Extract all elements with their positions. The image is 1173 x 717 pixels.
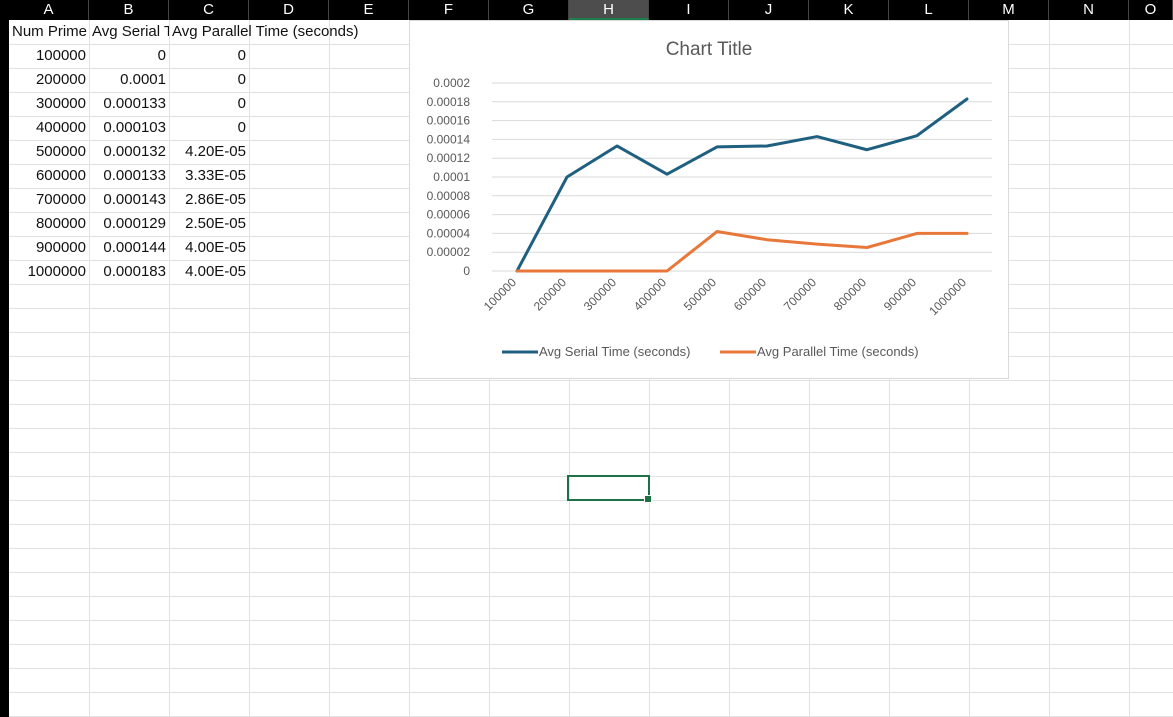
column-header-h[interactable]: H: [569, 0, 649, 20]
column-header-e[interactable]: E: [329, 0, 409, 20]
y-tick-label: 0.00016: [427, 114, 471, 128]
column-header-d[interactable]: D: [249, 0, 329, 20]
data-cell[interactable]: 400000: [9, 116, 89, 140]
data-cell[interactable]: 0.000143: [89, 188, 169, 212]
data-cell[interactable]: 0: [169, 44, 249, 68]
x-tick-label: 300000: [581, 275, 619, 313]
data-cell[interactable]: 1000000: [9, 260, 89, 284]
data-cell[interactable]: 0.000103: [89, 116, 169, 140]
data-cell[interactable]: 2.50E-05: [169, 212, 249, 236]
data-cell[interactable]: 4.00E-05: [169, 260, 249, 284]
column-header-c[interactable]: C: [169, 0, 249, 20]
data-cell[interactable]: 800000: [9, 212, 89, 236]
data-cell[interactable]: 600000: [9, 164, 89, 188]
legend-label: Avg Parallel Time (seconds): [757, 344, 919, 359]
column-header-k[interactable]: K: [809, 0, 889, 20]
grid-hline: [9, 548, 1173, 549]
y-tick-label: 0.00008: [427, 189, 471, 203]
data-cell[interactable]: 0.0001: [89, 68, 169, 92]
grid-hline: [9, 596, 1173, 597]
data-cell[interactable]: 0: [169, 116, 249, 140]
header-cell-avg-parallel[interactable]: Avg Parallel Time (seconds): [169, 20, 358, 44]
grid-hline: [9, 380, 1173, 381]
y-tick-label: 0.00006: [427, 208, 471, 222]
grid-hline: [9, 692, 1173, 693]
data-cell[interactable]: 500000: [9, 140, 89, 164]
data-cell[interactable]: 0.000132: [89, 140, 169, 164]
y-tick-label: 0.00004: [427, 226, 471, 240]
data-cell[interactable]: 0.000133: [89, 164, 169, 188]
column-header-m[interactable]: M: [969, 0, 1049, 20]
grid-hline: [9, 572, 1173, 573]
header-cell-num-prime[interactable]: Num Prime: [9, 20, 89, 44]
column-header-j[interactable]: J: [729, 0, 809, 20]
column-header-o[interactable]: O: [1129, 0, 1173, 20]
data-cell[interactable]: 900000: [9, 236, 89, 260]
data-cell[interactable]: 0.000133: [89, 92, 169, 116]
grid-hline: [9, 668, 1173, 669]
column-header-l[interactable]: L: [889, 0, 969, 20]
x-tick-label: 1000000: [926, 275, 969, 318]
data-cell[interactable]: 4.00E-05: [169, 236, 249, 260]
x-tick-label: 100000: [481, 275, 519, 313]
column-header-g[interactable]: G: [489, 0, 569, 20]
y-tick-label: 0.00018: [427, 95, 471, 109]
column-header-bar: ABCDEFGHIJKLMNO: [9, 0, 1173, 20]
y-tick-label: 0.0001: [433, 170, 470, 184]
column-header-n[interactable]: N: [1049, 0, 1129, 20]
data-cell[interactable]: 0.000183: [89, 260, 169, 284]
column-header-b[interactable]: B: [89, 0, 169, 20]
data-cell[interactable]: 0.000144: [89, 236, 169, 260]
grid-hline: [9, 452, 1173, 453]
y-tick-label: 0.00014: [427, 132, 471, 146]
y-tick-label: 0.00012: [427, 151, 471, 165]
active-cell-selection[interactable]: [567, 475, 652, 503]
data-cell[interactable]: 4.20E-05: [169, 140, 249, 164]
grid-vline: [249, 20, 250, 717]
y-tick-label: 0.0002: [433, 76, 470, 90]
grid-vline: [329, 20, 330, 717]
series-line-parallel: [515, 230, 969, 273]
grid-hline: [9, 620, 1173, 621]
data-cell[interactable]: 300000: [9, 92, 89, 116]
data-cell[interactable]: 100000: [9, 44, 89, 68]
column-header-a[interactable]: A: [9, 0, 89, 20]
column-header-f[interactable]: F: [409, 0, 489, 20]
grid-hline: [9, 404, 1173, 405]
data-cell[interactable]: 200000: [9, 68, 89, 92]
header-cell-avg-serial[interactable]: Avg Serial Time (seconds): [89, 20, 169, 44]
data-cell[interactable]: 2.86E-05: [169, 188, 249, 212]
line-chart-svg: Chart Title 0 0.00002 0.00004 0.00006 0.00008…: [427, 39, 992, 359]
data-cell[interactable]: 0: [169, 92, 249, 116]
grid-vline: [1129, 20, 1130, 717]
column-header-i[interactable]: I: [649, 0, 729, 20]
chart-title: Chart Title: [666, 39, 753, 60]
grid-hline: [9, 524, 1173, 525]
chart[interactable]: Chart Title 0 0.00002 0.00004 0.00006 0.00008…: [409, 20, 1009, 379]
x-tick-label: 700000: [781, 275, 819, 313]
x-tick-label: 900000: [881, 275, 919, 313]
data-cell[interactable]: 0: [169, 68, 249, 92]
x-tick-label: 600000: [731, 275, 769, 313]
grid-vline: [1049, 20, 1050, 717]
legend-label: Avg Serial Time (seconds): [539, 344, 691, 359]
x-tick-label: 500000: [681, 275, 719, 313]
x-tick-label: 400000: [631, 275, 669, 313]
data-cell[interactable]: 700000: [9, 188, 89, 212]
x-tick-label: 800000: [831, 275, 869, 313]
data-cell[interactable]: 3.33E-05: [169, 164, 249, 188]
grid-hline: [9, 644, 1173, 645]
y-tick-label: 0.00002: [427, 245, 471, 259]
series-line-serial: [515, 97, 969, 273]
grid-hline: [9, 428, 1173, 429]
y-tick-label: 0: [463, 264, 470, 278]
fill-handle[interactable]: [644, 495, 652, 503]
x-tick-label: 200000: [531, 275, 569, 313]
data-cell[interactable]: 0.000129: [89, 212, 169, 236]
data-cell[interactable]: 0: [89, 44, 169, 68]
row-header-gutter[interactable]: [0, 0, 9, 717]
